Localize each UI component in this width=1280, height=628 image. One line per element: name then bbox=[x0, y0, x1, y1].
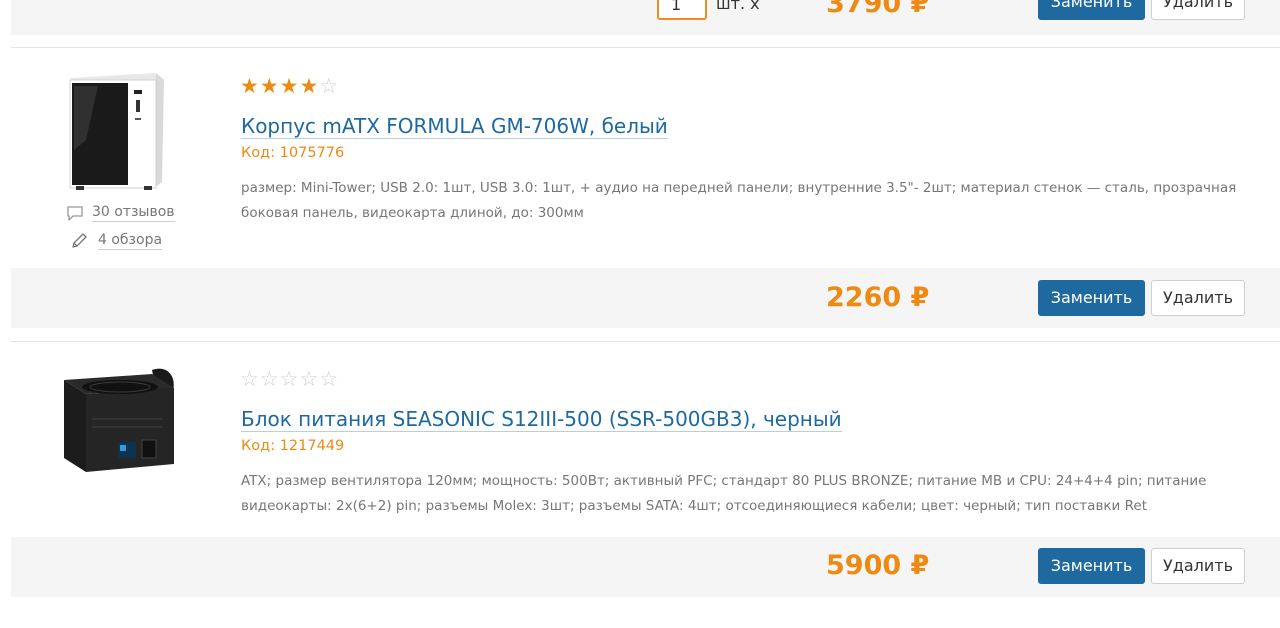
star-empty-icon: ☆ bbox=[319, 74, 340, 98]
star-empty-icon: ☆ bbox=[240, 367, 260, 391]
quantity-input[interactable]: 1 bbox=[657, 0, 707, 20]
delete-button[interactable]: Удалить bbox=[1151, 548, 1245, 584]
comment-icon bbox=[67, 205, 83, 221]
product-title-link[interactable]: Блок питания SEASONIC S12III-500 (SSR-50… bbox=[241, 407, 842, 432]
star-filled-icon: ★ bbox=[279, 74, 300, 98]
replace-button[interactable]: Заменить bbox=[1038, 280, 1145, 316]
delete-button-top[interactable]: Удалить bbox=[1151, 0, 1245, 20]
reviews-link[interactable]: 30 отзывов bbox=[66, 203, 175, 222]
product-title-link[interactable]: Корпус mATX FORMULA GM-706W, белый bbox=[241, 114, 668, 139]
pencil-icon bbox=[72, 232, 87, 248]
replace-button[interactable]: Заменить bbox=[1038, 548, 1145, 584]
reviews-count[interactable]: 30 отзывов bbox=[92, 203, 175, 222]
product-description: размер: Mini-Tower; USB 2.0: 1шт, USB 3.… bbox=[241, 180, 1237, 221]
star-empty-icon: ☆ bbox=[319, 367, 340, 391]
overviews-count[interactable]: 4 обзора bbox=[98, 231, 163, 250]
product-code: Код: 1217449 bbox=[241, 438, 345, 454]
price-top: 3790 ₽ bbox=[826, 0, 930, 19]
product-price: 2260 ₽ bbox=[826, 282, 930, 313]
quantity-unit-label: шт. x bbox=[716, 0, 760, 13]
rating-stars: ☆☆☆☆☆ bbox=[240, 368, 339, 390]
power-supply-image bbox=[64, 368, 174, 472]
product-image-psu[interactable] bbox=[56, 360, 176, 480]
star-empty-icon: ☆ bbox=[259, 367, 280, 391]
rating-stars: ★★★★☆ bbox=[240, 75, 339, 97]
product-description: ATX; размер вентилятора 120мм; мощность:… bbox=[241, 473, 1207, 514]
star-filled-icon: ★ bbox=[299, 74, 320, 98]
delete-button[interactable]: Удалить bbox=[1151, 280, 1245, 316]
star-empty-icon: ☆ bbox=[299, 367, 320, 391]
product-image-case[interactable] bbox=[56, 70, 176, 190]
divider bbox=[11, 341, 1280, 342]
product-price: 5900 ₽ bbox=[826, 550, 930, 581]
star-empty-icon: ☆ bbox=[279, 367, 300, 391]
divider bbox=[11, 47, 1280, 48]
star-filled-icon: ★ bbox=[259, 74, 280, 98]
pc-case-image bbox=[69, 73, 164, 190]
product-code: Код: 1075776 bbox=[241, 145, 345, 161]
star-filled-icon: ★ bbox=[240, 74, 260, 98]
overviews-link[interactable]: 4 обзора bbox=[70, 231, 163, 250]
replace-button-top[interactable]: Заменить bbox=[1038, 0, 1145, 20]
